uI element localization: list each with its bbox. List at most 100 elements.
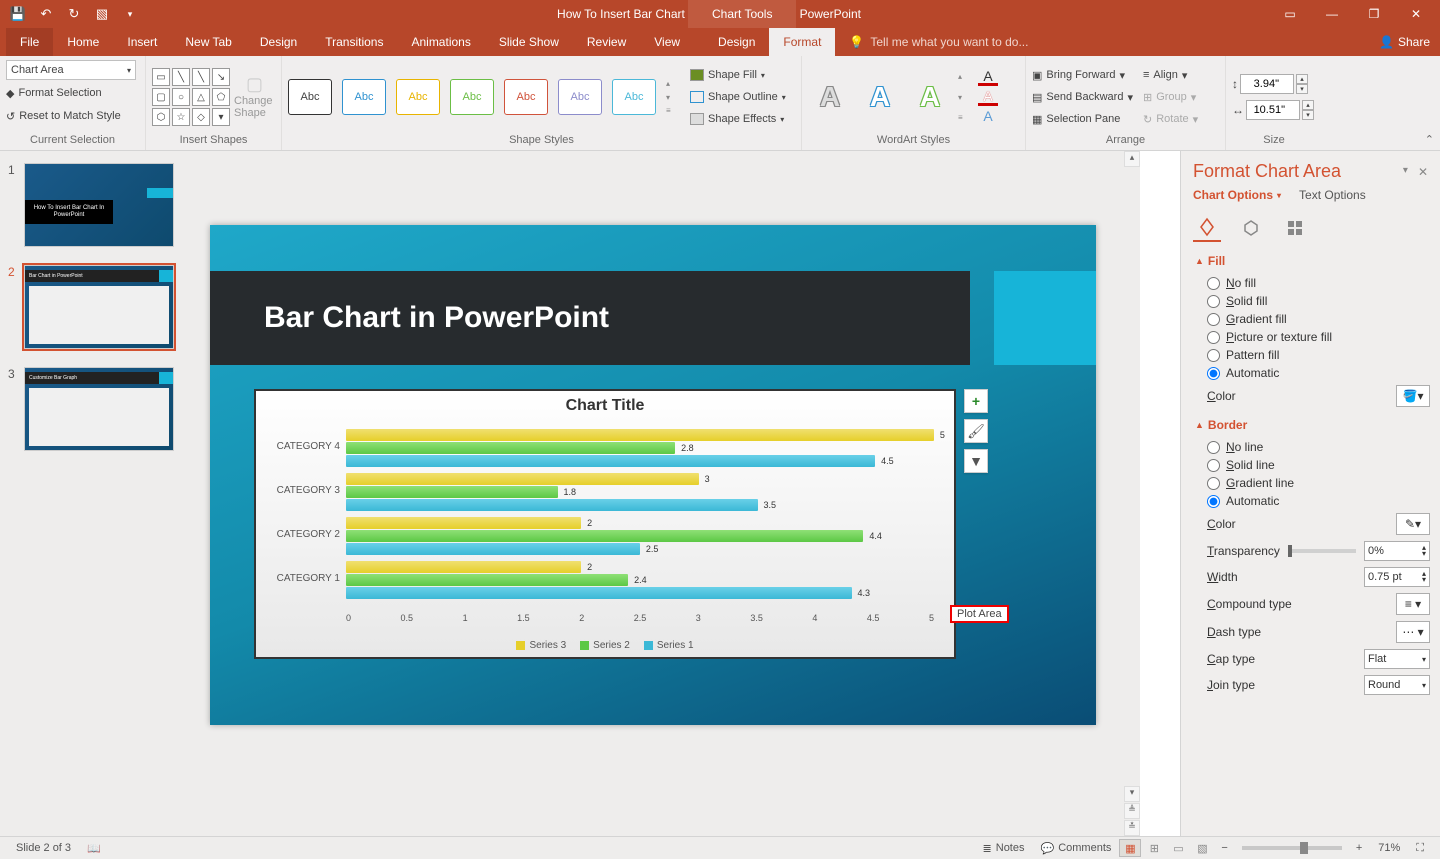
reset-match-style-button[interactable]: ↺ Reset to Match Style <box>6 106 121 126</box>
editor-vertical-scrollbar[interactable]: ▴ ▾ ≜ ≛ <box>1124 151 1140 836</box>
next-slide-icon[interactable]: ≛ <box>1124 820 1140 836</box>
spin-down-icon[interactable]: ▾ <box>1296 84 1308 94</box>
cap-type-field[interactable]: Flat▾ <box>1364 649 1430 669</box>
wordart-style[interactable]: A <box>808 72 852 122</box>
zoom-slider[interactable] <box>1242 846 1342 850</box>
shape-width-input[interactable] <box>1246 100 1300 120</box>
bring-forward-button[interactable]: ▣Bring Forward ▾ <box>1032 65 1133 85</box>
border-color-button[interactable]: ✎ ▾ <box>1396 513 1430 535</box>
fit-to-window-button[interactable]: ⛶ <box>1408 842 1432 855</box>
text-fill-button[interactable]: A <box>978 68 998 86</box>
slide-thumbnail-3[interactable]: Customize Bar Graph <box>24 367 174 451</box>
pane-tab-chart-options[interactable]: Chart Options ▾ <box>1193 188 1281 202</box>
bar-series1[interactable] <box>346 543 640 555</box>
slide-counter[interactable]: Slide 2 of 3 <box>8 842 79 854</box>
slide-canvas[interactable]: Bar Chart in PowerPoint Chart Title CATE… <box>210 225 1096 725</box>
comments-button[interactable]: 💬 Comments <box>1033 842 1120 855</box>
chart-styles-button[interactable]: 🖌 <box>964 419 988 443</box>
group-button[interactable]: ⊞Group ▾ <box>1143 87 1198 107</box>
shapes-gallery[interactable]: ▭╲╲↘ ▢○△⬠ ⬡☆◇▾ <box>152 68 230 126</box>
redo-icon[interactable]: ↻ <box>66 6 82 22</box>
x-axis[interactable]: 00.511.522.533.544.55 <box>346 613 934 627</box>
tab-insert[interactable]: Insert <box>113 28 171 56</box>
pane-close-icon[interactable]: ✕ <box>1418 165 1428 179</box>
radio-pattern-fill[interactable]: Pattern fill <box>1195 346 1430 364</box>
gallery-up-icon[interactable]: ▴ <box>666 79 678 88</box>
shape-effects-button[interactable]: Shape Effects ▾ <box>690 109 786 129</box>
spin-up-icon[interactable]: ▴ <box>1302 100 1314 110</box>
format-selection-button[interactable]: ◆ Format Selection <box>6 83 102 103</box>
wordart-style[interactable]: A <box>858 72 902 122</box>
chart-title[interactable]: Chart Title <box>256 391 954 415</box>
scroll-up-icon[interactable]: ▴ <box>1124 151 1140 167</box>
text-effects-button[interactable]: A <box>978 108 998 126</box>
gallery-more-icon[interactable]: ≡ <box>958 113 970 122</box>
collapse-ribbon-icon[interactable]: ⌃ <box>1425 133 1434 146</box>
prev-slide-icon[interactable]: ≜ <box>1124 803 1140 819</box>
bar-series2[interactable] <box>346 486 558 498</box>
width-field[interactable]: 0.75 pt▴▾ <box>1364 567 1430 587</box>
shape-width-field[interactable]: ↔ ▴▾ <box>1232 100 1314 120</box>
start-slideshow-icon[interactable]: ▧ <box>94 6 110 22</box>
slide-editor[interactable]: Bar Chart in PowerPoint Chart Title CATE… <box>192 151 1140 836</box>
dash-type-button[interactable]: ⋯ ▾ <box>1396 621 1430 643</box>
tab-new-tab[interactable]: New Tab <box>171 28 245 56</box>
compound-type-button[interactable]: ≡ ▾ <box>1396 593 1430 615</box>
chart-element-combo[interactable]: Chart Area ▾ <box>6 60 136 80</box>
tab-view[interactable]: View <box>640 28 694 56</box>
zoom-level[interactable]: 71% <box>1370 842 1408 854</box>
tab-slideshow[interactable]: Slide Show <box>485 28 573 56</box>
tab-design[interactable]: Design <box>246 28 311 56</box>
chart-object[interactable]: Chart Title CATEGORY 4 5 2.8 4.5 CATEGOR… <box>254 389 956 659</box>
send-backward-button[interactable]: ▤Send Backward ▾ <box>1032 87 1133 107</box>
fill-section-header[interactable]: ▲Fill <box>1195 254 1430 268</box>
radio-picture-fill[interactable]: Picture or texture fill <box>1195 328 1430 346</box>
tab-animations[interactable]: Animations <box>397 28 484 56</box>
text-outline-button[interactable]: A <box>978 88 998 106</box>
rotate-button[interactable]: ↻Rotate ▾ <box>1143 109 1198 129</box>
undo-icon[interactable]: ↶ <box>38 6 54 22</box>
radio-gradient-fill[interactable]: Gradient fill <box>1195 310 1430 328</box>
zoom-in-button[interactable]: + <box>1348 842 1370 854</box>
radio-automatic-line[interactable]: Automatic <box>1195 492 1430 510</box>
maximize-button[interactable]: ❐ <box>1354 0 1394 28</box>
gallery-more-icon[interactable]: ≡ <box>666 106 678 115</box>
radio-no-line[interactable]: No line <box>1195 438 1430 456</box>
pane-menu-icon[interactable]: ▾ <box>1403 165 1408 179</box>
shape-height-field[interactable]: ↕ ▴▾ <box>1232 74 1314 94</box>
bar-series1[interactable] <box>346 587 852 599</box>
bar-series1[interactable] <box>346 455 875 467</box>
pane-tab-text-options[interactable]: Text Options <box>1299 188 1366 202</box>
chart-legend[interactable]: Series 3 Series 2 Series 1 <box>256 640 954 651</box>
qat-more-icon[interactable]: ▾ <box>122 6 138 22</box>
tab-review[interactable]: Review <box>573 28 640 56</box>
close-button[interactable]: ✕ <box>1396 0 1436 28</box>
share-button[interactable]: 👤 Share <box>1379 35 1430 49</box>
save-icon[interactable]: 💾 <box>10 6 26 22</box>
normal-view-button[interactable]: ▦ <box>1119 839 1141 857</box>
tab-home[interactable]: Home <box>53 28 113 56</box>
shape-styles-gallery[interactable]: Abc Abc Abc Abc Abc Abc Abc ▴ ▾ ≡ <box>288 79 678 115</box>
fill-line-tab-icon[interactable] <box>1193 214 1221 242</box>
radio-gradient-line[interactable]: Gradient line <box>1195 474 1430 492</box>
slide-sorter-view-button[interactable]: ⊞ <box>1143 839 1165 857</box>
shape-fill-button[interactable]: Shape Fill ▾ <box>690 65 786 85</box>
style-swatch[interactable]: Abc <box>288 79 332 115</box>
style-swatch[interactable]: Abc <box>396 79 440 115</box>
ribbon-display-options-icon[interactable]: ▭ <box>1270 0 1310 28</box>
spin-down-icon[interactable]: ▾ <box>1302 110 1314 120</box>
tab-transitions[interactable]: Transitions <box>311 28 397 56</box>
chart-elements-button[interactable]: + <box>964 389 988 413</box>
bar-series2[interactable] <box>346 574 628 586</box>
style-swatch[interactable]: Abc <box>504 79 548 115</box>
style-swatch[interactable]: Abc <box>558 79 602 115</box>
wordart-style[interactable]: A <box>908 72 952 122</box>
chart-filters-button[interactable]: ▼ <box>964 449 988 473</box>
tell-me-search[interactable]: 💡 Tell me what you want to do... <box>849 35 1028 49</box>
slide-title[interactable]: Bar Chart in PowerPoint <box>210 271 970 365</box>
zoom-out-button[interactable]: − <box>1213 842 1235 854</box>
minimize-button[interactable]: — <box>1312 0 1352 28</box>
shape-height-input[interactable] <box>1240 74 1294 94</box>
size-properties-tab-icon[interactable] <box>1281 214 1309 242</box>
radio-no-fill[interactable]: No fill <box>1195 274 1430 292</box>
